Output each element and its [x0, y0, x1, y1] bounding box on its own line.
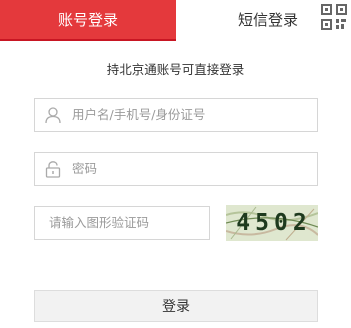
captcha-image[interactable]: 4502	[226, 205, 318, 241]
password-field[interactable]: 密码	[34, 152, 318, 186]
tab-account-login-label: 账号登录	[57, 11, 118, 29]
login-button-label: 登录	[162, 299, 190, 315]
username-field[interactable]: 用户名/手机号/身份证号	[34, 98, 318, 132]
tab-sms-login[interactable]: 短信登录	[226, 0, 310, 39]
captcha-code: 4502	[236, 210, 312, 236]
login-subtitle: 持北京通账号可直接登录	[106, 62, 245, 77]
captcha-placeholder: 请输入图形验证码	[49, 215, 150, 230]
tab-account-login[interactable]: 账号登录	[0, 0, 176, 41]
username-placeholder: 用户名/手机号/身份证号	[72, 107, 206, 122]
password-placeholder: 密码	[72, 161, 98, 176]
lock-icon	[35, 153, 71, 185]
user-icon	[35, 99, 71, 131]
login-button[interactable]: 登录	[34, 290, 318, 322]
login-tabs: 账号登录 短信登录	[0, 0, 351, 41]
captcha-input[interactable]: 请输入图形验证码	[34, 206, 210, 240]
tab-sms-login-label: 短信登录	[237, 11, 298, 29]
qr-code-icon[interactable]	[319, 2, 349, 32]
